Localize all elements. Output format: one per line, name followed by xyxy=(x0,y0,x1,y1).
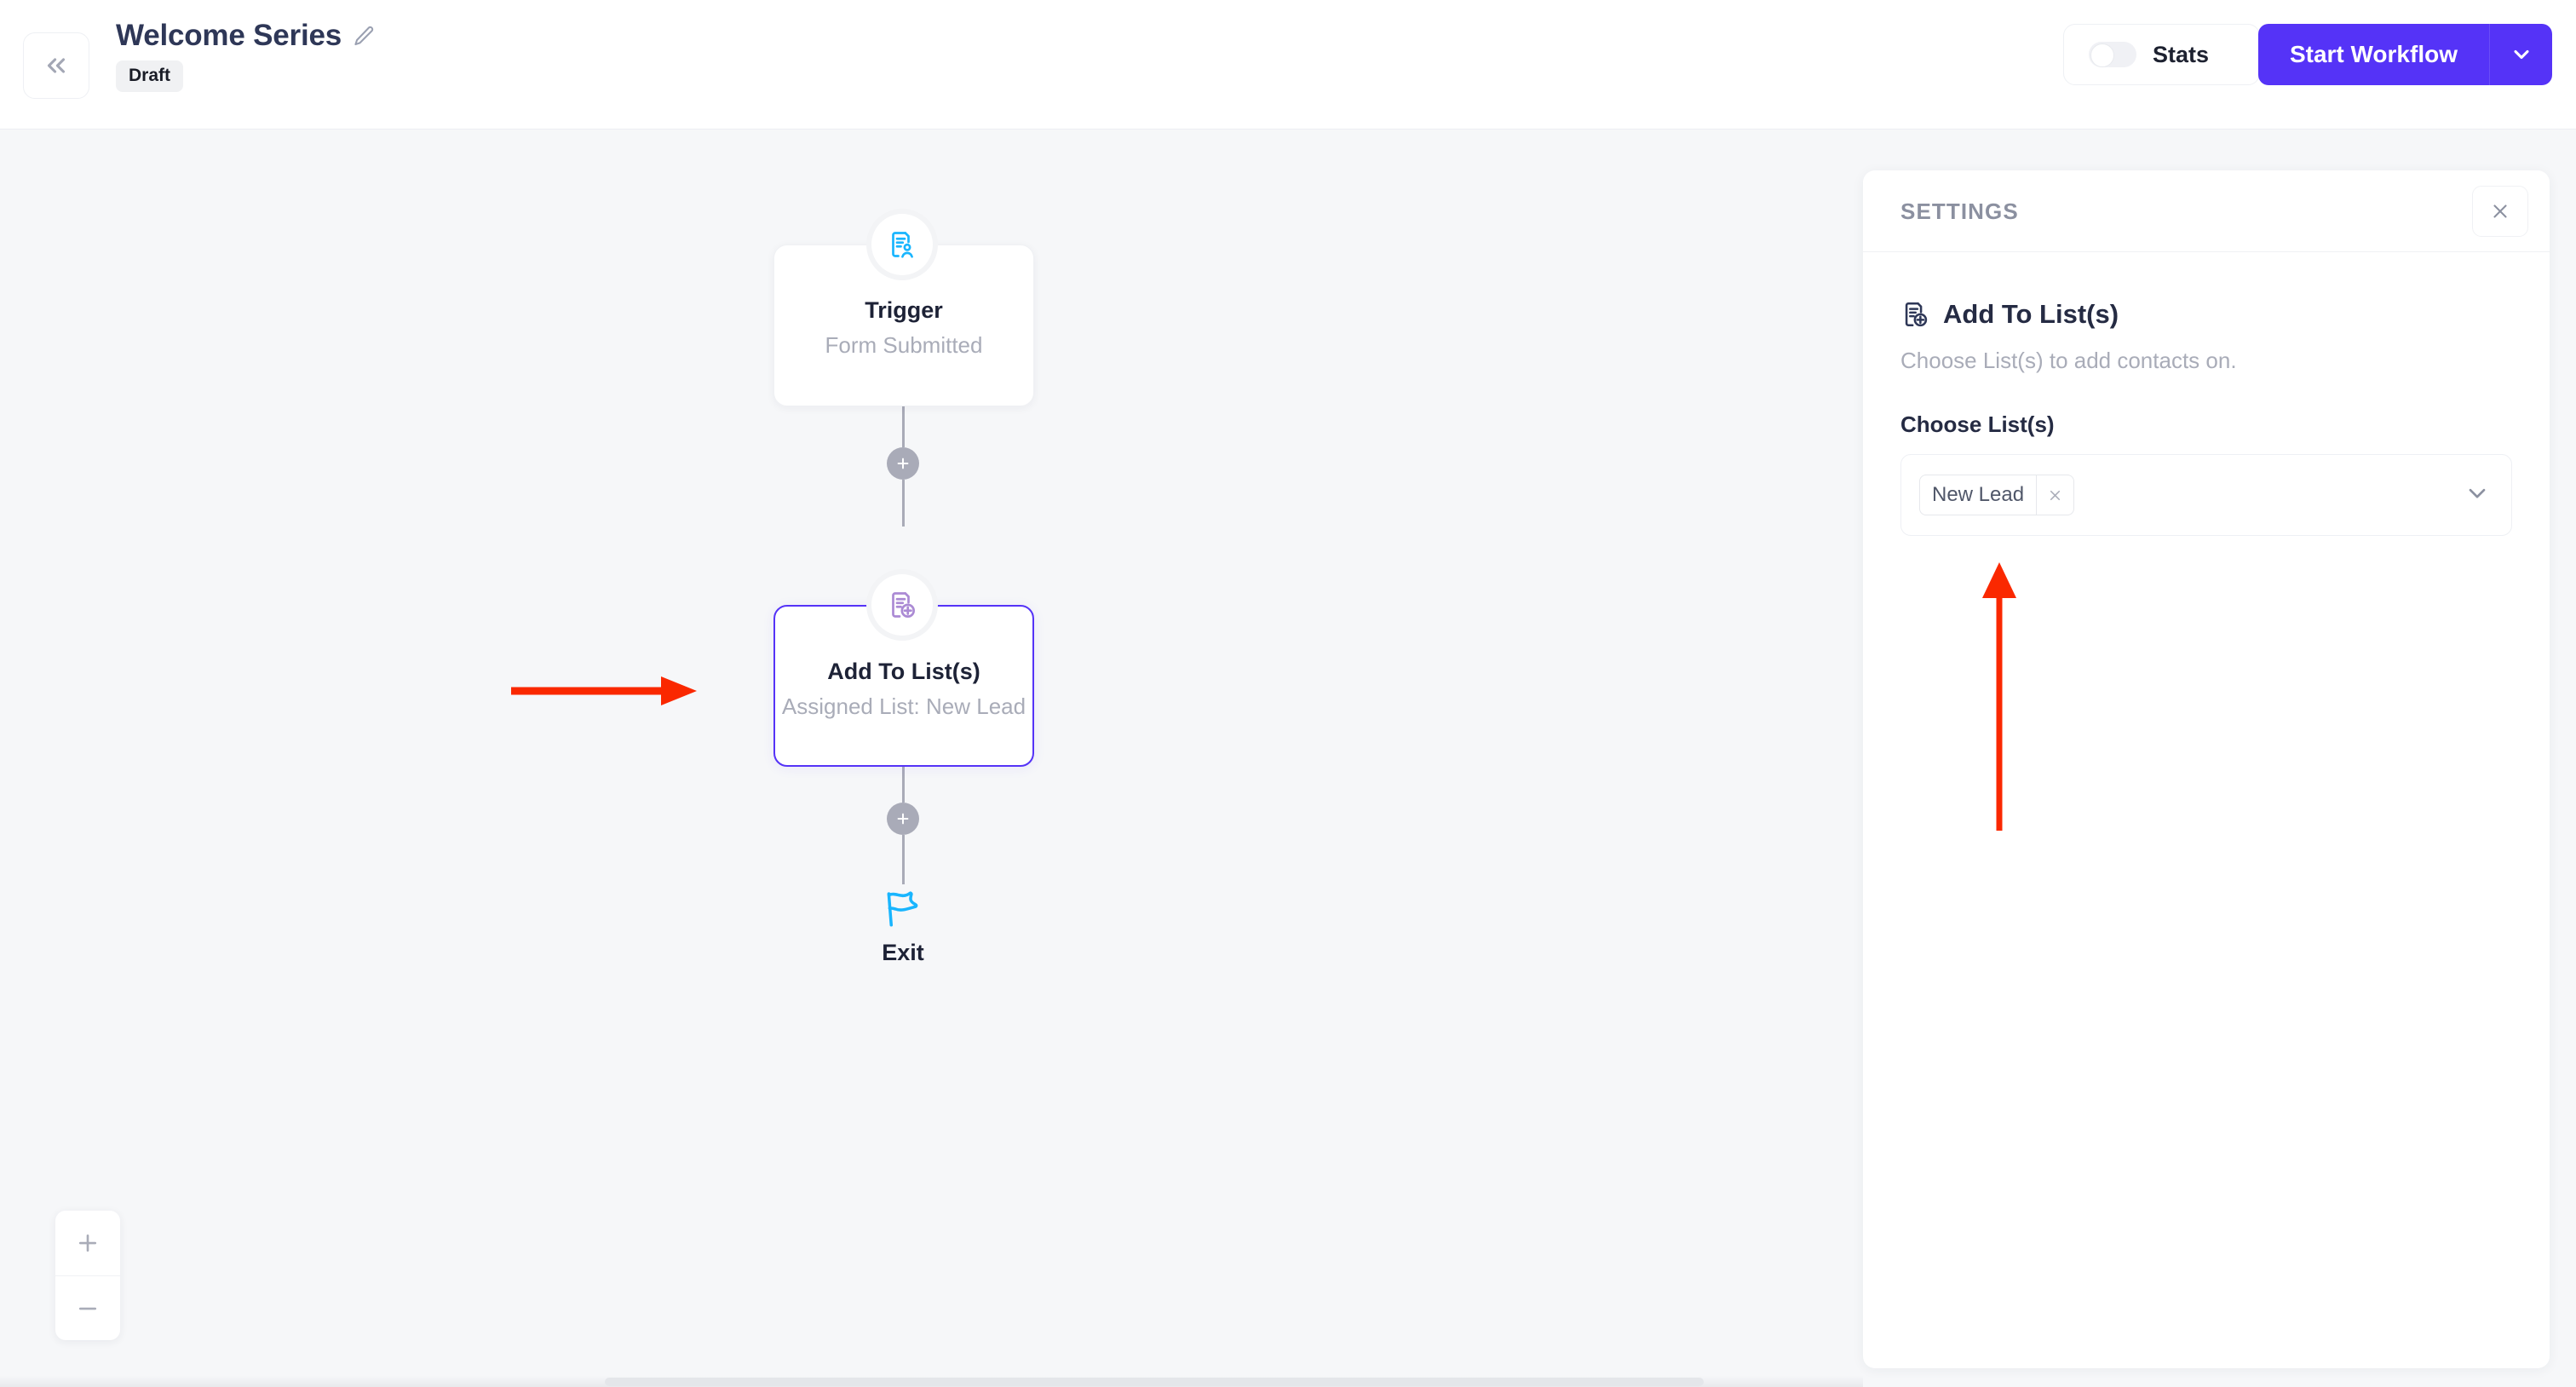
close-icon xyxy=(2493,204,2507,218)
stats-toggle-label: Stats xyxy=(2153,41,2210,67)
minus-icon xyxy=(78,1307,97,1309)
plus-icon xyxy=(897,813,909,825)
exit-label: Exit xyxy=(882,940,924,965)
top-bar: Welcome Series Draft Stats Start Workflo… xyxy=(0,0,2576,129)
chevron-double-left-icon xyxy=(47,58,66,73)
workflow-graph: Trigger Form Submitted Add To List(s) As… xyxy=(0,129,1863,1387)
start-workflow-dropdown-button[interactable] xyxy=(2489,24,2552,85)
scrollbar-thumb[interactable] xyxy=(605,1378,1704,1386)
settings-panel-header: SETTINGS xyxy=(1863,170,2550,252)
form-submitted-icon xyxy=(871,214,933,275)
connector-line xyxy=(902,762,905,803)
add-step-button[interactable] xyxy=(887,803,919,835)
zoom-in-button[interactable] xyxy=(55,1211,120,1275)
canvas-horizontal-scrollbar[interactable] xyxy=(0,1376,1863,1387)
page-title: Welcome Series xyxy=(116,19,342,52)
selected-list-tag-label: New Lead xyxy=(1932,483,2025,506)
chevron-down-icon xyxy=(2513,49,2529,60)
add-to-list-icon xyxy=(871,574,933,636)
settings-panel: SETTINGS Add To List(s) Choose List(s) t… xyxy=(1863,170,2550,1368)
node-title: Trigger xyxy=(865,297,943,323)
connector-line xyxy=(902,480,905,527)
choose-lists-select[interactable]: New Lead xyxy=(1900,454,2512,536)
start-workflow-button[interactable]: Start Workflow xyxy=(2258,24,2489,85)
workflow-builder-screen: Welcome Series Draft Stats Start Workflo… xyxy=(0,0,2576,1387)
node-subtitle: Assigned List: New Lead xyxy=(781,694,1026,719)
workflow-node-exit[interactable]: Exit xyxy=(818,888,988,966)
stats-toggle[interactable]: Stats xyxy=(2063,24,2260,85)
connector-line xyxy=(902,835,905,884)
status-badge: Draft xyxy=(116,60,184,92)
close-icon xyxy=(2050,490,2061,500)
zoom-controls xyxy=(55,1211,120,1340)
close-settings-button[interactable] xyxy=(2472,186,2528,237)
node-title: Add To List(s) xyxy=(827,659,980,684)
plus-icon xyxy=(78,1234,97,1252)
flag-icon xyxy=(887,891,918,927)
select-dropdown-button[interactable] xyxy=(2464,480,2491,511)
settings-description: Choose List(s) to add contacts on. xyxy=(1900,348,2237,373)
start-workflow-button-group[interactable]: Start Workflow xyxy=(2257,24,2552,85)
selected-list-tag: New Lead xyxy=(1919,475,2075,515)
stats-toggle-switch[interactable] xyxy=(2089,42,2136,67)
connector-line xyxy=(902,405,905,447)
settings-heading: Add To List(s) xyxy=(1943,299,2119,329)
add-step-button[interactable] xyxy=(887,447,919,480)
collapse-sidebar-button[interactable] xyxy=(23,32,89,99)
add-to-list-icon xyxy=(1905,302,1928,327)
chevron-down-icon xyxy=(2469,488,2486,498)
node-subtitle: Form Submitted xyxy=(825,332,983,358)
remove-list-tag-button[interactable] xyxy=(2036,475,2073,515)
zoom-out-button[interactable] xyxy=(55,1275,120,1340)
plus-icon xyxy=(897,458,909,469)
workflow-title-block: Welcome Series Draft xyxy=(116,19,376,92)
choose-lists-label: Choose List(s) xyxy=(1900,411,2055,437)
pencil-icon[interactable] xyxy=(353,25,376,48)
settings-panel-title: SETTINGS xyxy=(1900,199,2019,224)
settings-panel-body: Add To List(s) Choose List(s) to add con… xyxy=(1863,252,2550,536)
settings-heading-row: Add To List(s) xyxy=(1900,299,2512,330)
